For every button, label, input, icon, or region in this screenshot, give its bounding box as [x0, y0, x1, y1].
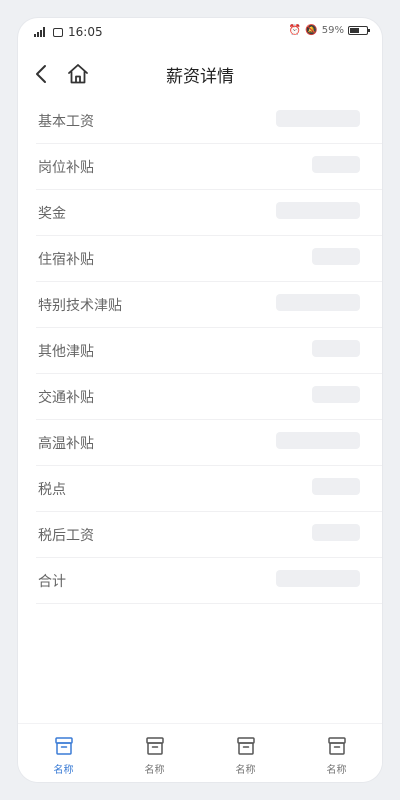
salary-row: 合计 [36, 558, 382, 604]
salary-value-placeholder [276, 432, 360, 449]
salary-item-label: 高温补贴 [38, 436, 94, 452]
salary-row: 住宿补贴 [36, 236, 382, 282]
salary-value-placeholder [312, 156, 360, 173]
battery-icon [348, 26, 370, 35]
salary-item-label: 岗位补贴 [38, 160, 94, 176]
battery-percent: 59% [321, 25, 344, 36]
salary-item-label: 交通补贴 [38, 390, 94, 406]
salary-value-placeholder [276, 202, 360, 219]
sim-card-icon [53, 27, 63, 37]
phone-frame: 16:05 ⏰ 🔕 59% 薪资详情 基本工资岗位补贴奖金住宿补贴特别技术津贴其… [18, 18, 382, 782]
tab-label: 名称 [326, 765, 347, 776]
tab-item[interactable]: 名称 [200, 724, 291, 782]
salary-item-label: 住宿补贴 [38, 252, 94, 268]
salary-value-placeholder [276, 294, 360, 311]
salary-item-label: 特别技术津贴 [38, 298, 122, 314]
salary-item-label: 税后工资 [38, 528, 94, 544]
salary-item-label: 其他津贴 [38, 344, 94, 360]
status-bar-right: ⏰ 🔕 59% [288, 25, 370, 36]
cellular-signal-icon [34, 27, 48, 37]
archive-box-icon [145, 737, 164, 755]
status-bar-left: 16:05 [34, 25, 103, 39]
salary-row: 税后工资 [36, 512, 382, 558]
salary-value-placeholder [312, 524, 360, 541]
salary-row: 奖金 [36, 190, 382, 236]
salary-value-placeholder [312, 386, 360, 403]
salary-row: 其他津贴 [36, 328, 382, 374]
alarm-icon: ⏰ [288, 25, 302, 36]
tab-item[interactable]: 名称 [291, 724, 382, 782]
salary-row: 税点 [36, 466, 382, 512]
salary-item-label: 合计 [38, 574, 66, 590]
salary-value-placeholder [312, 478, 360, 495]
salary-value-placeholder [312, 340, 360, 357]
salary-item-label: 税点 [38, 482, 66, 498]
salary-row: 岗位补贴 [36, 144, 382, 190]
page-title: 薪资详情 [166, 67, 234, 87]
page-header: 薪资详情 [18, 56, 382, 96]
tab-label: 名称 [235, 765, 256, 776]
salary-value-placeholder [312, 248, 360, 265]
archive-box-icon [54, 737, 73, 755]
tab-bar: 名称 名称 名称 名称 [18, 723, 382, 782]
salary-row: 高温补贴 [36, 420, 382, 466]
tab-label: 名称 [53, 765, 74, 776]
salary-item-label: 基本工资 [38, 114, 94, 130]
tab-item[interactable]: 名称 [18, 724, 109, 782]
salary-row: 特别技术津贴 [36, 282, 382, 328]
tab-label: 名称 [144, 765, 165, 776]
status-time: 16:05 [68, 25, 103, 39]
salary-value-placeholder [276, 570, 360, 587]
tab-item[interactable]: 名称 [109, 724, 200, 782]
salary-value-placeholder [276, 110, 360, 127]
salary-item-label: 奖金 [38, 206, 66, 222]
status-bar: 16:05 ⏰ 🔕 59% [18, 18, 382, 48]
salary-row: 基本工资 [36, 98, 382, 144]
salary-list: 基本工资岗位补贴奖金住宿补贴特别技术津贴 其他津贴交通补贴高温补贴税点税后工资合计 [18, 98, 382, 604]
salary-row: 交通补贴 [36, 374, 382, 420]
battery-fill [350, 28, 359, 33]
mute-icon: 🔕 [305, 25, 318, 36]
archive-box-icon [327, 737, 346, 755]
archive-box-icon [236, 737, 255, 755]
